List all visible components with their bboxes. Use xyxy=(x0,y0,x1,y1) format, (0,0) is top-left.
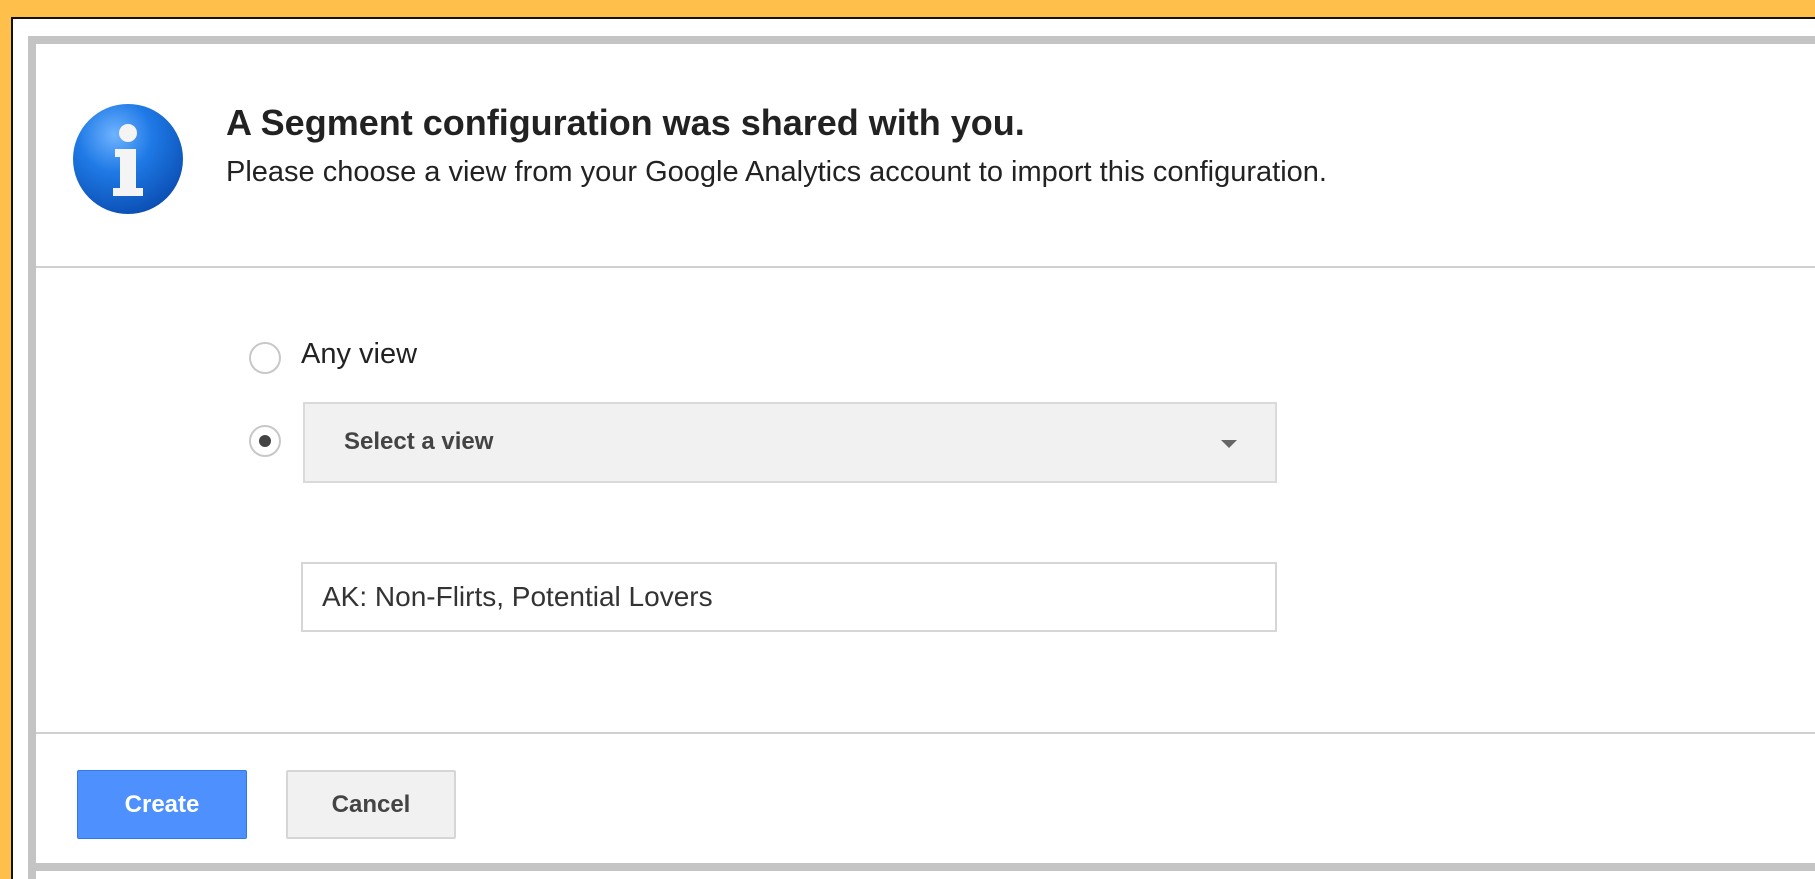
info-icon xyxy=(73,104,183,214)
create-button[interactable]: Create xyxy=(77,770,247,839)
chevron-down-icon xyxy=(1221,440,1237,448)
view-select-dropdown[interactable]: Select a view xyxy=(303,402,1277,483)
select-view-radio[interactable] xyxy=(249,425,281,457)
cancel-button[interactable]: Cancel xyxy=(286,770,456,839)
dialog-header: A Segment configuration was shared with … xyxy=(36,44,1815,268)
dialog-title: A Segment configuration was shared with … xyxy=(226,102,1025,143)
segment-name-input[interactable] xyxy=(301,562,1277,632)
segment-import-dialog: A Segment configuration was shared with … xyxy=(28,36,1815,879)
any-view-label[interactable]: Any view xyxy=(301,338,417,371)
footer-divider xyxy=(36,732,1815,734)
dialog-subtitle: Please choose a view from your Google An… xyxy=(226,156,1327,188)
view-select-value: Select a view xyxy=(344,428,494,455)
any-view-radio[interactable] xyxy=(249,342,281,374)
dialog-bottom-border xyxy=(28,863,1815,871)
